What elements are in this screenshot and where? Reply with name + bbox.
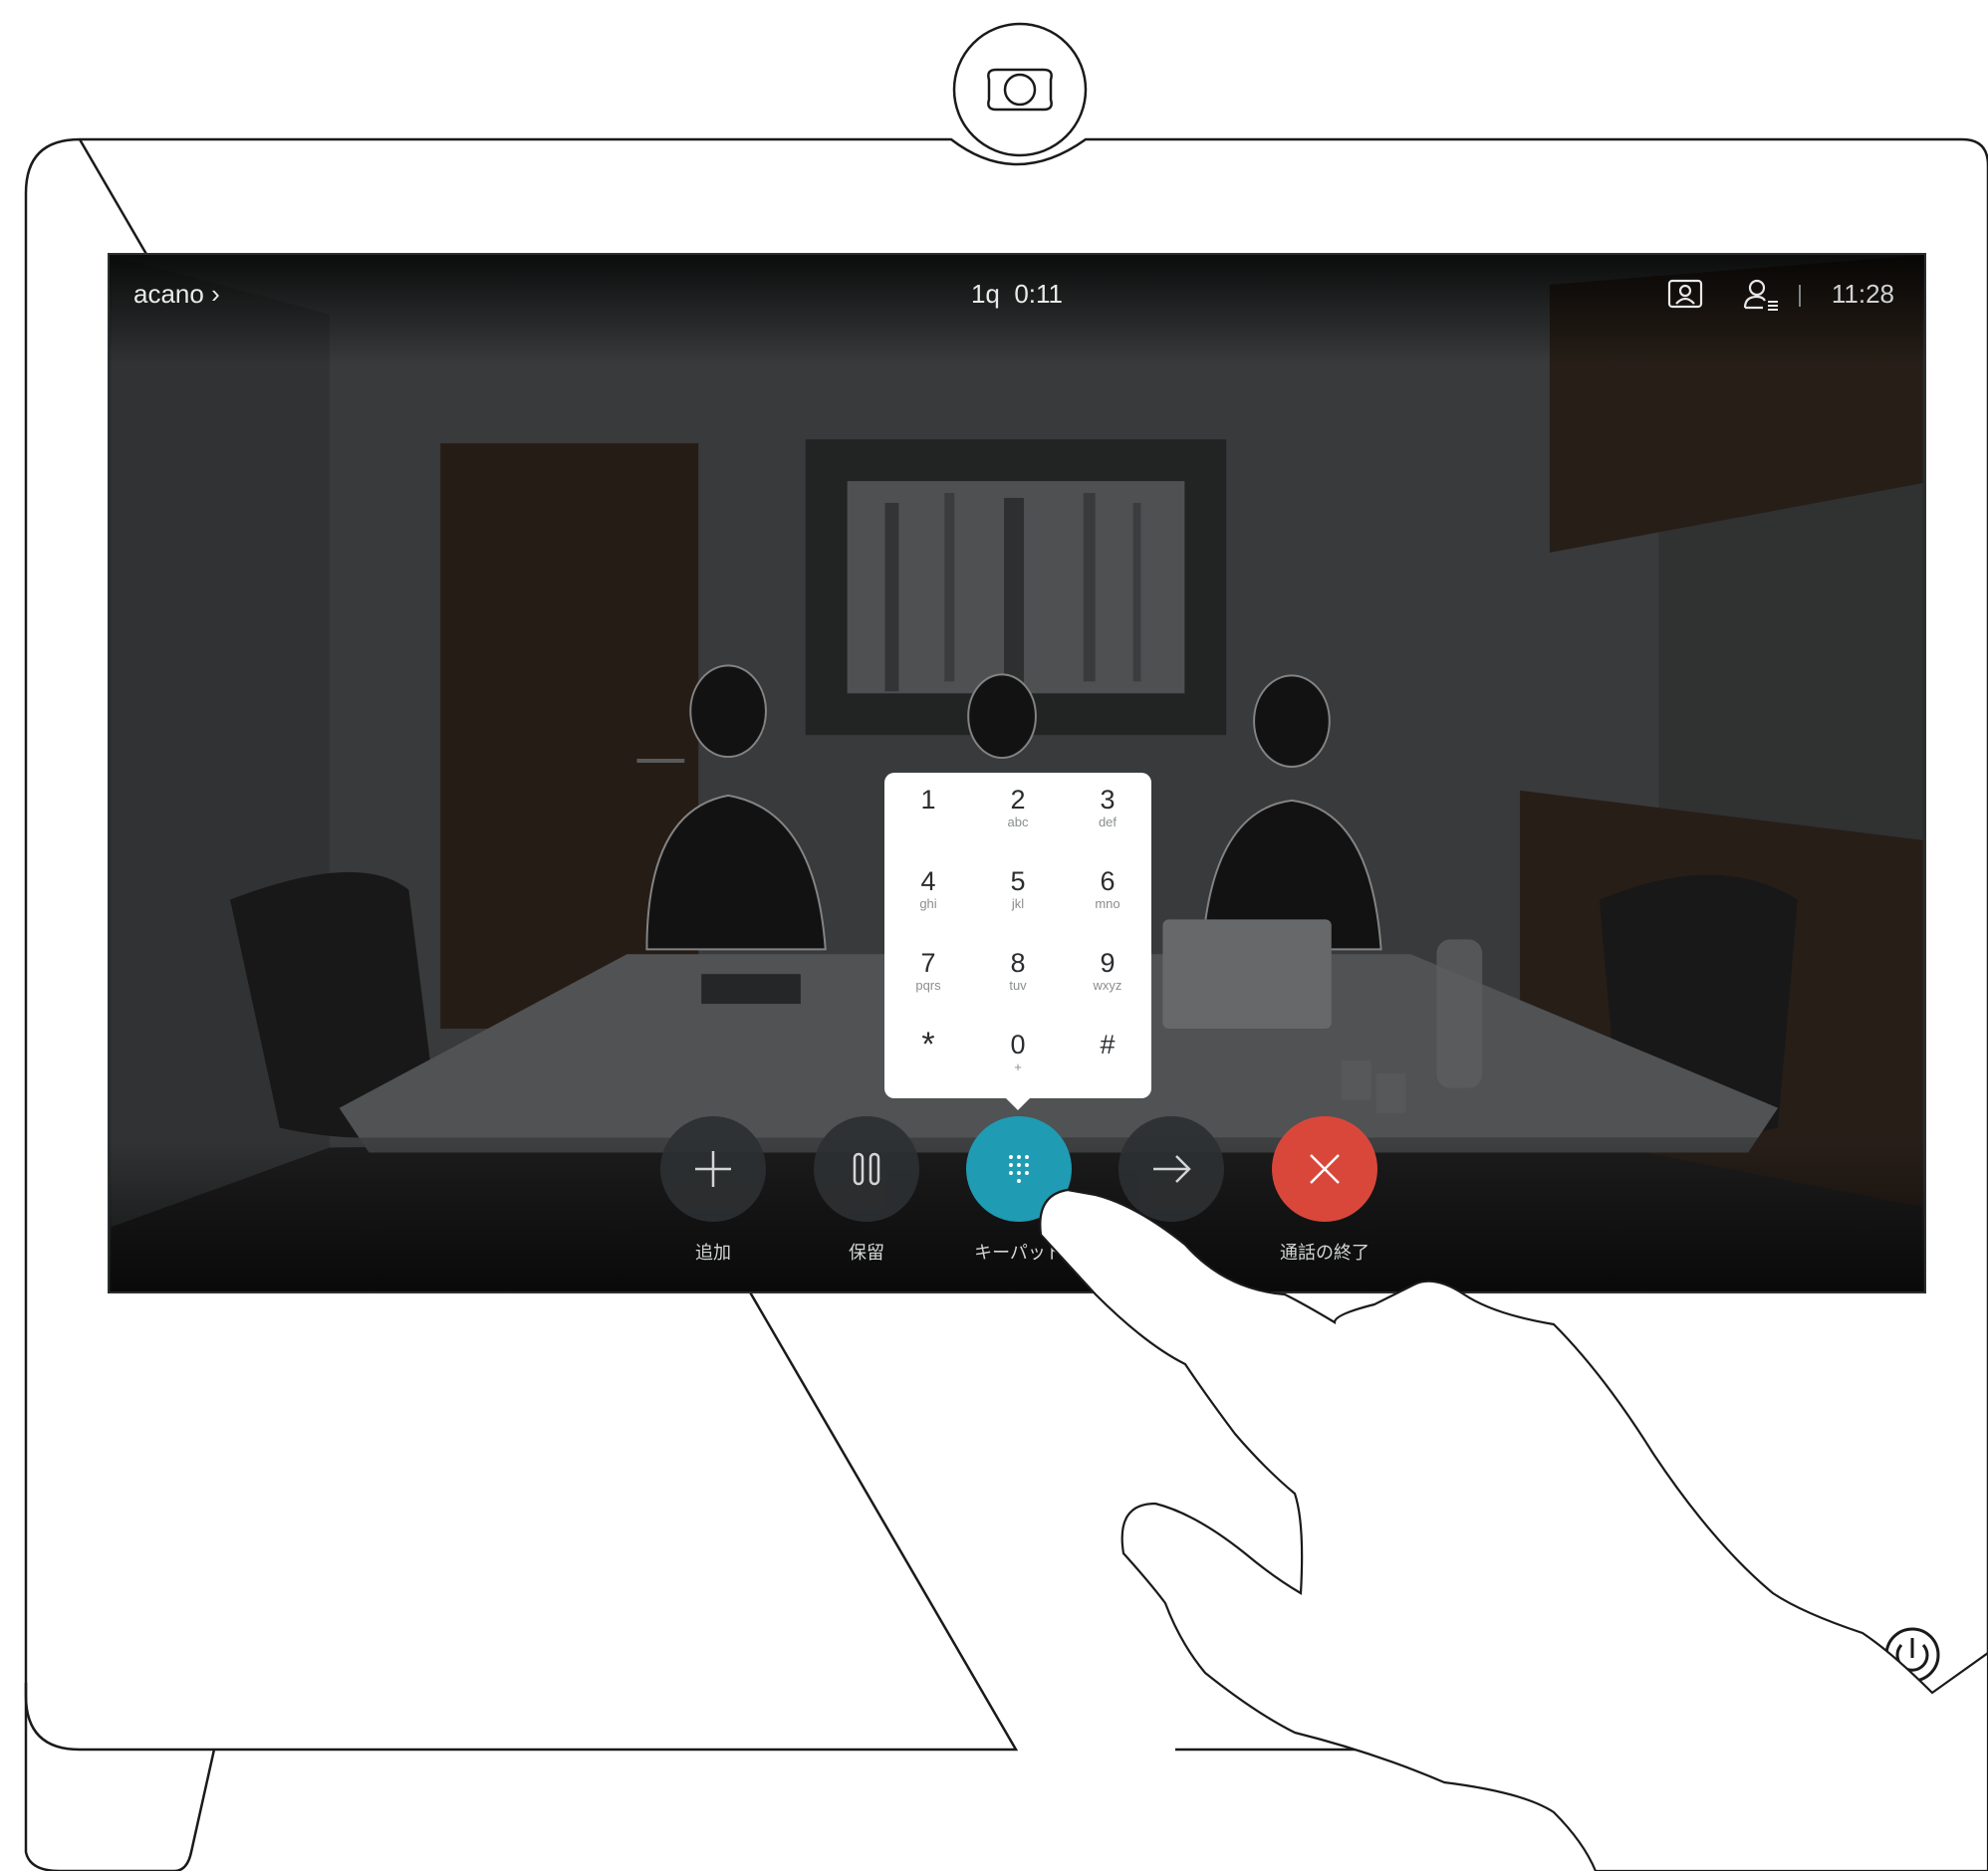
device-illustration: acano › 1q 0:11 11:28 1 2 abc 3 def 4 gh…	[0, 0, 1988, 1871]
pointing-hand-illustration	[1039, 1188, 1988, 1871]
